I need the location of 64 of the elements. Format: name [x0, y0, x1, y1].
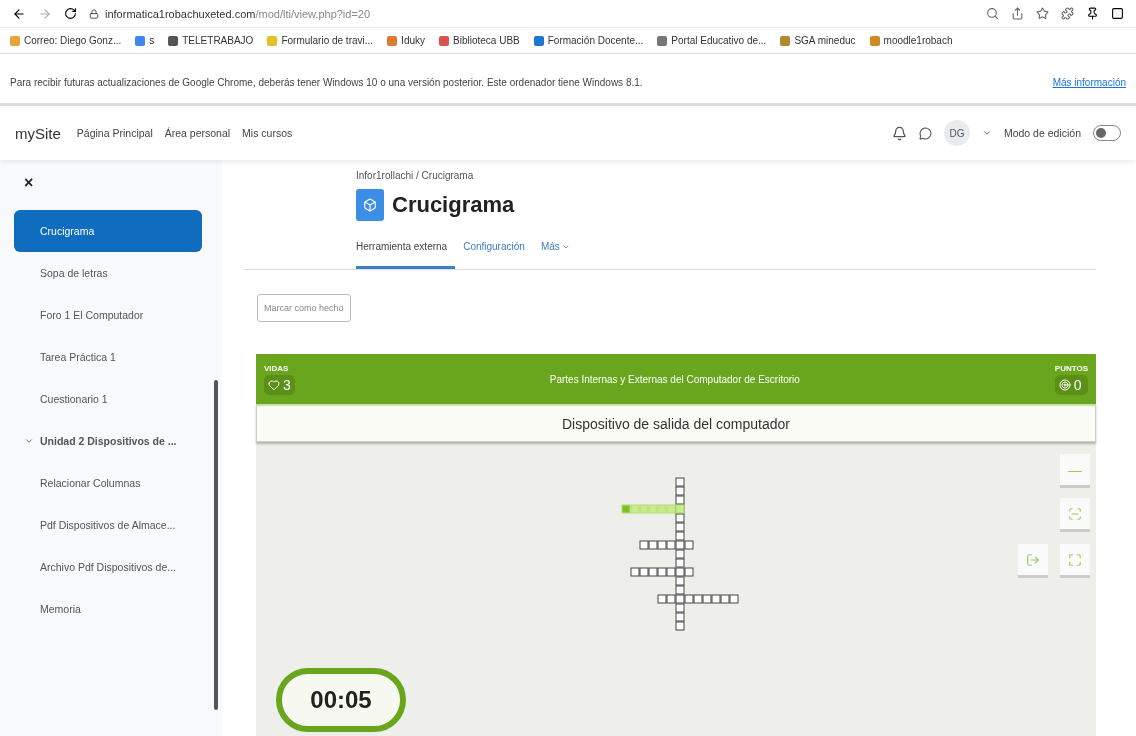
star-icon[interactable] [1036, 7, 1049, 20]
bookmark[interactable]: s [149, 35, 155, 46]
bookmark[interactable]: SGA mineduc [794, 35, 856, 46]
chat-icon[interactable] [918, 126, 932, 140]
close-button[interactable]: × [0, 160, 222, 210]
more-info-link[interactable]: Más información [1052, 77, 1126, 88]
edit-mode-switch[interactable] [1093, 125, 1121, 141]
breadcrumb[interactable]: Infor1rollachi / Crucigrama [356, 170, 1096, 181]
tab[interactable]: Herramienta externa [356, 233, 456, 269]
back-icon[interactable] [12, 6, 26, 21]
bookmark[interactable]: Portal Educativo de... [671, 35, 767, 46]
page-title: Crucigrama [392, 192, 515, 218]
search-icon[interactable] [986, 7, 999, 20]
sidebar-item[interactable]: Pdf Dispositivos de Almace... [14, 504, 202, 546]
points-counter: 0 [1054, 374, 1088, 395]
share-icon[interactable] [1011, 7, 1024, 20]
lock-icon [89, 8, 99, 19]
heart-icon [268, 378, 280, 391]
target-icon [1058, 378, 1071, 391]
scrollbar[interactable] [214, 380, 218, 710]
bookmark[interactable]: Iduky [401, 35, 425, 46]
panel-icon[interactable] [1111, 7, 1124, 20]
reload-icon[interactable] [64, 7, 77, 20]
nav-link[interactable]: Mis cursos [242, 127, 293, 139]
sidebar-item[interactable]: Foro 1 El Computador [14, 294, 202, 336]
sidebar-item[interactable]: Tarea Práctica 1 [14, 336, 202, 378]
bookmark[interactable]: moodle1robach [883, 35, 953, 46]
fullscreen-icon [1068, 552, 1082, 567]
sidebar-item[interactable]: Memoria [14, 588, 202, 630]
nav-link[interactable]: Área personal [164, 127, 231, 139]
caret-icon[interactable] [981, 128, 992, 138]
user-avatar[interactable]: DG [943, 120, 970, 146]
center-icon [1068, 506, 1082, 521]
sidebar-item[interactable]: Archivo Pdf Dispositivos de... [14, 546, 202, 588]
bookmark[interactable]: Formación Docente... [547, 35, 644, 46]
tab[interactable]: Más [540, 233, 578, 269]
chevron-icon[interactable] [24, 436, 34, 446]
lives-label: VIDAS [264, 363, 290, 373]
site-brand[interactable]: mySite [15, 124, 61, 142]
game-title: Partes Internas y Externas del Computador de Escritorio [549, 373, 800, 385]
url-text[interactable]: informatica1robachuxeted.com/mod/lti/view.php?id=20 [105, 7, 371, 20]
bell-icon[interactable] [891, 125, 907, 141]
pin-icon[interactable] [1086, 7, 1099, 20]
nav-link[interactable]: Página Principal [76, 127, 153, 139]
update-message: Para recibir futuras actualizaciones de Google Chrome, deberás tener Windows 10 o una versión posterior. Este ordenador tiene Windows 8.1. [10, 77, 643, 88]
sidebar-item[interactable]: Relacionar Columnas [14, 462, 202, 504]
edit-mode-label: Modo de edición [1003, 127, 1081, 139]
bookmark[interactable]: Correo: Diego Gonz... [24, 35, 122, 46]
sidebar-item[interactable]: Cuestionario 1 [14, 378, 202, 420]
lives-counter: 3 [264, 374, 295, 395]
timer: 00:05 [276, 668, 406, 732]
activity-icon [356, 189, 384, 221]
sidebar-item[interactable]: Crucigrama [14, 210, 202, 252]
sidebar-item[interactable]: Sopa de letras [14, 252, 202, 294]
bookmark[interactable]: TELETRABAJO [182, 35, 254, 46]
bookmark[interactable]: Biblioteca UBB [453, 35, 520, 46]
tab[interactable]: Configuración [463, 233, 533, 269]
points-label: PUNTOS [1054, 363, 1088, 373]
mark-done-button[interactable]: Marcar como hecho [257, 294, 351, 322]
puzzle-icon[interactable] [1061, 7, 1074, 20]
exit-icon [1026, 552, 1040, 567]
bookmark[interactable]: Formulario de travi... [281, 35, 374, 46]
clue-text: Dispositivo de salida del computador [256, 404, 1096, 442]
section-item[interactable]: Unidad 2 Dispositivos de ... [14, 420, 202, 462]
